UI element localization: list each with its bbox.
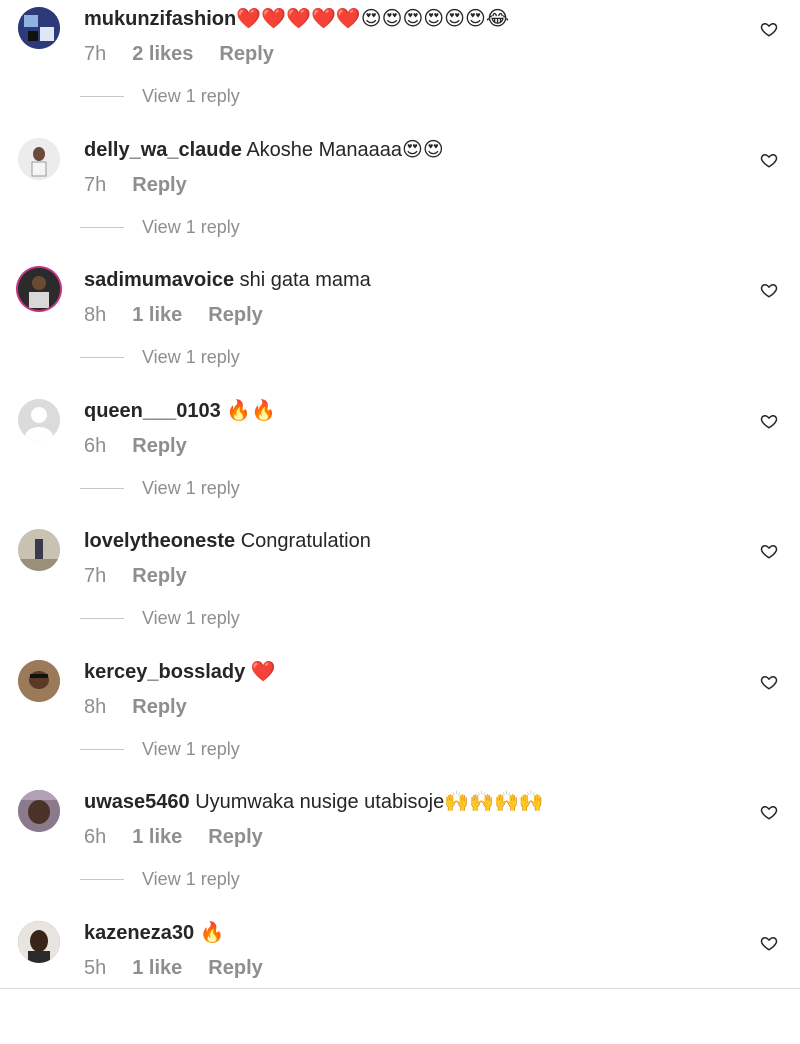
view-replies-label: View 1 reply [142,738,240,759]
reply-button[interactable]: Reply [208,957,262,979]
view-replies-divider [80,878,124,880]
reply-button[interactable]: Reply [132,174,186,196]
reply-button[interactable]: Reply [132,565,186,587]
comment-username[interactable]: lovelytheoneste [84,530,235,552]
avatar-image [18,660,60,702]
avatar[interactable] [18,138,60,180]
view-replies-divider [80,617,124,619]
heart-outline-icon[interactable] [760,20,778,38]
reply-button[interactable]: Reply [132,696,186,718]
view-replies-button[interactable]: View 1 reply [80,217,240,237]
view-replies-divider [80,226,124,228]
avatar[interactable] [18,660,60,702]
comment-time: 8h [84,304,107,326]
comment-time: 6h [84,826,107,848]
comment-time: 6h [84,435,107,457]
view-replies-divider [80,356,124,358]
heart-outline-icon[interactable] [760,934,778,952]
comment-time: 8h [84,696,107,718]
avatar[interactable] [18,529,60,571]
avatar[interactable] [18,921,60,963]
reply-button[interactable]: Reply [208,826,262,848]
comment-item: queen___0103 🔥🔥 6h Reply View 1 reply [0,392,800,522]
view-replies-button[interactable]: View 1 reply [80,347,240,367]
bottom-divider [0,988,800,1005]
comment-username[interactable]: kercey_bosslady [84,661,245,683]
view-replies-divider [80,487,124,489]
comment-time: 7h [84,174,107,196]
comment-meta: 6h 1 like Reply [84,824,289,850]
comment-likes[interactable]: 1 like [132,957,182,979]
comment-meta: 8h 1 like Reply [84,302,289,328]
comment-item: mukunzifashion❤️❤️❤️❤️❤️😍😍😍😍😍😍😂 7h 2 like… [0,0,800,130]
view-replies-button[interactable]: View 1 reply [80,86,240,106]
view-replies-label: View 1 reply [142,477,240,498]
comment-text: ❤️❤️❤️❤️❤️😍😍😍😍😍😍😂 [236,8,510,30]
heart-outline-icon[interactable] [760,151,778,169]
comment-meta: 7h Reply [84,563,213,589]
heart-outline-icon[interactable] [760,803,778,821]
comment-username[interactable]: mukunzifashion [84,8,236,30]
avatar-image [18,138,60,180]
view-replies-button[interactable]: View 1 reply [80,869,240,889]
comment-time: 5h [84,957,107,979]
reply-button[interactable]: Reply [219,43,273,65]
avatar-image [18,529,60,571]
heart-outline-icon[interactable] [760,673,778,691]
default-avatar-icon [18,399,60,441]
comment-username[interactable]: queen___0103 [84,400,221,422]
comment-time: 7h [84,43,107,65]
comment-meta: 7h Reply [84,172,213,198]
avatar[interactable] [18,268,60,310]
view-replies-button[interactable]: View 1 reply [80,608,240,628]
avatar[interactable] [18,790,60,832]
comment-likes[interactable]: 1 like [132,826,182,848]
view-replies-label: View 1 reply [142,607,240,628]
heart-outline-icon[interactable] [760,412,778,430]
avatar-image [18,790,60,832]
comment-username[interactable]: sadimumavoice [84,269,234,291]
view-replies-label: View 1 reply [142,346,240,367]
reply-button[interactable]: Reply [132,435,186,457]
heart-outline-icon[interactable] [760,281,778,299]
comment-username[interactable]: kazeneza30 [84,922,194,944]
reply-button[interactable]: Reply [208,304,262,326]
comment-text: Congratulation [235,530,371,552]
view-replies-label: View 1 reply [142,85,240,106]
comment-text: 🔥 [194,922,225,944]
view-replies-label: View 1 reply [142,868,240,889]
comment-text: 🔥🔥 [220,400,277,422]
comment-item: lovelytheoneste Congratulation 7h Reply V… [0,522,800,652]
comment-item: delly_wa_claude Akoshe Manaaaa😍😍 7h Reply… [0,131,800,261]
comment-item: kercey_bosslady ❤️ 8h Reply View 1 reply [0,653,800,783]
avatar[interactable] [18,399,60,441]
comment-text: Uyumwaka nusige utabisoje🙌🙌🙌🙌 [189,791,544,813]
comment-item: sadimumavoice shi gata mama 8h 1 like Repl… [0,261,800,391]
comment-meta: 6h Reply [84,433,213,459]
comment-text: ❤️ [245,661,276,683]
heart-outline-icon[interactable] [760,542,778,560]
comment-time: 7h [84,565,107,587]
comment-username[interactable]: delly_wa_claude [84,139,242,161]
avatar-image [18,268,60,310]
avatar-image [18,7,60,49]
view-replies-divider [80,748,124,750]
comment-likes[interactable]: 2 likes [132,43,193,65]
comment-meta: 8h Reply [84,694,213,720]
comment-likes[interactable]: 1 like [132,304,182,326]
comment-text: Akoshe Manaaaa😍😍 [241,139,444,161]
comment-meta: 7h 2 likes Reply [84,41,300,67]
avatar[interactable] [18,7,60,49]
comment-item: kazeneza30 🔥 5h 1 like Reply [0,914,800,1044]
avatar-image [18,921,60,963]
view-replies-button[interactable]: View 1 reply [80,478,240,498]
comment-item: uwase5460 Uyumwaka nusige utabisoje🙌🙌🙌🙌 … [0,783,800,913]
view-replies-button[interactable]: View 1 reply [80,739,240,759]
comment-username[interactable]: uwase5460 [84,791,190,813]
comment-meta: 5h 1 like Reply [84,955,289,981]
view-replies-divider [80,95,124,97]
view-replies-label: View 1 reply [142,216,240,237]
comment-text: shi gata mama [234,269,371,291]
